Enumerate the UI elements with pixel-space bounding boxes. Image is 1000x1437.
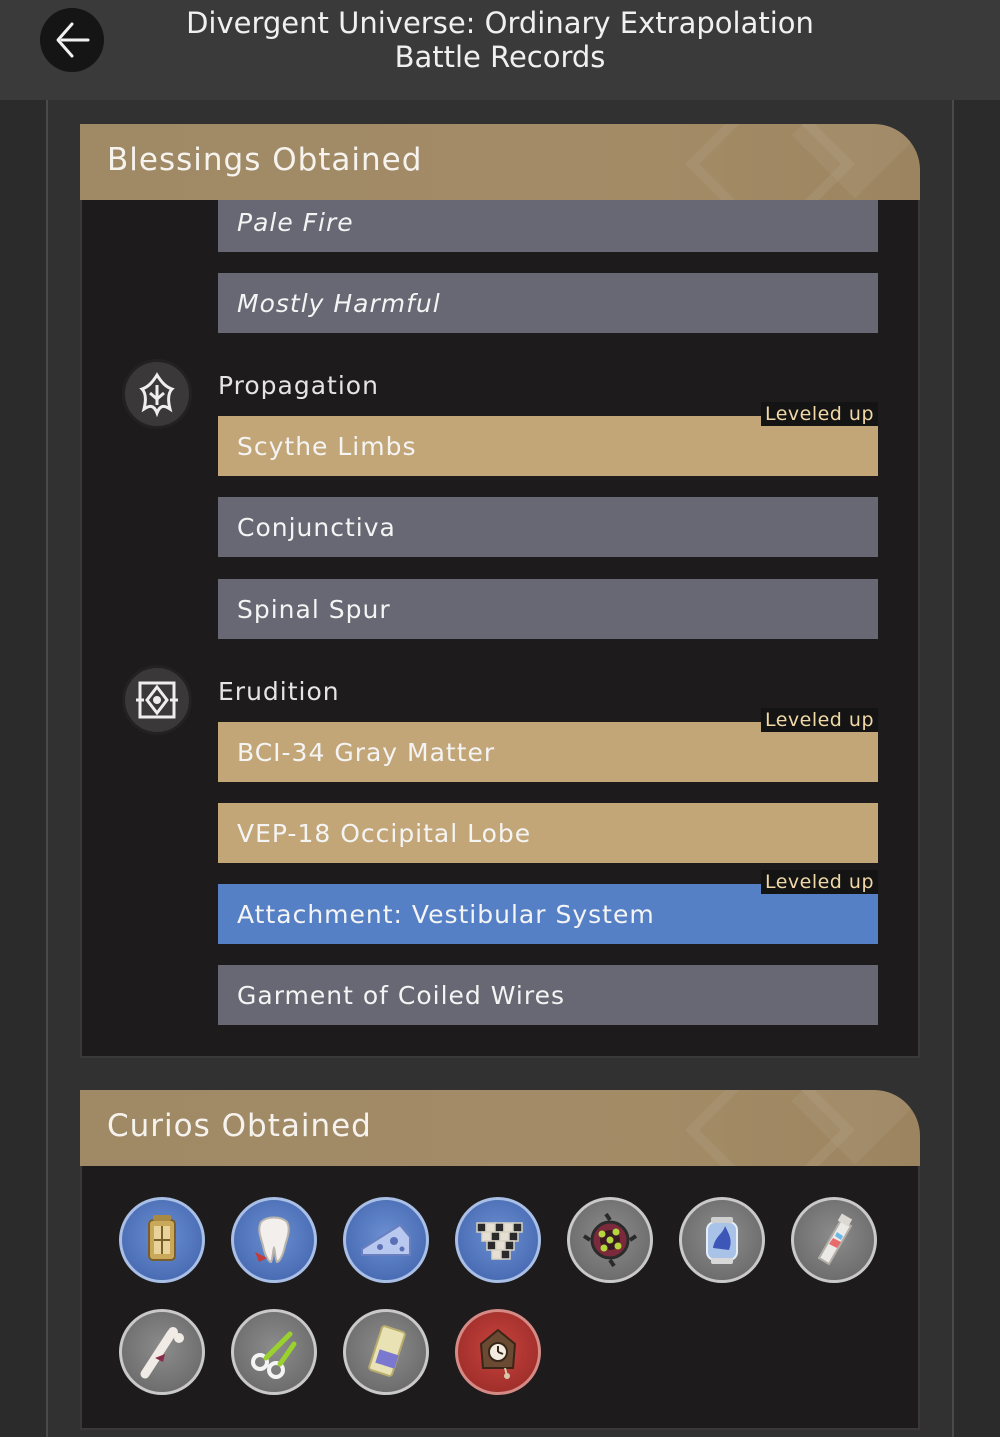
cheese-icon — [361, 1223, 411, 1256]
curio-lantern[interactable] — [119, 1197, 205, 1283]
paint-tube-icon — [817, 1213, 853, 1266]
blessing-item-vep-18-occipital-lobe[interactable]: VEP-18 Occipital Lobe — [218, 803, 878, 863]
curio-tooth[interactable] — [231, 1197, 317, 1283]
curio-cuckoo-clock[interactable] — [455, 1309, 541, 1395]
top-bar: Divergent Universe: Ordinary Extrapolati… — [0, 0, 1000, 100]
curio-jar[interactable] — [679, 1197, 765, 1283]
cuckoo-clock-icon — [479, 1328, 517, 1379]
blessing-label: Spinal Spur — [237, 594, 391, 624]
leveled-up-badge: Leveled up — [760, 870, 878, 894]
back-button[interactable] — [40, 8, 104, 72]
blessing-label: Scythe Limbs — [237, 431, 417, 461]
blessing-item-attachment-vestibular-system[interactable]: Attachment: Vestibular System Leveled up — [218, 870, 878, 944]
blessings-title: Blessings Obtained — [107, 142, 423, 178]
back-arrow-icon — [56, 22, 90, 58]
path-label-propagation: Propagation — [218, 371, 379, 400]
lantern-icon — [148, 1215, 176, 1261]
blessing-label: Garment of Coiled Wires — [237, 980, 565, 1010]
ticket-icon — [368, 1325, 406, 1377]
tooth-icon — [255, 1216, 290, 1264]
blessing-label: Pale Fire — [237, 207, 354, 237]
curio-bone-club[interactable] — [119, 1309, 205, 1395]
jar-icon — [706, 1217, 738, 1264]
curios-header: Curios Obtained — [80, 1090, 920, 1166]
curios-title: Curios Obtained — [107, 1108, 372, 1144]
blessing-item-pale-fire[interactable]: Pale Fire — [218, 192, 878, 252]
curio-paint-tube[interactable] — [791, 1197, 877, 1283]
erudition-emblem — [136, 681, 178, 719]
scissors-icon — [251, 1331, 297, 1379]
blessing-label: Mostly Harmful — [237, 288, 441, 318]
curio-ticket[interactable] — [343, 1309, 429, 1395]
page-title-line1: Divergent Universe: Ordinary Extrapolati… — [186, 6, 814, 40]
bone-club-icon — [140, 1327, 184, 1379]
cube-stack-icon — [476, 1222, 523, 1260]
blessing-item-scythe-limbs[interactable]: Scythe Limbs Leveled up — [218, 402, 878, 476]
curio-cheese[interactable] — [343, 1197, 429, 1283]
blessing-label: Conjunctiva — [237, 512, 396, 542]
spiked-device-icon — [582, 1212, 638, 1268]
blessing-label: VEP-18 Occipital Lobe — [237, 818, 532, 848]
blessing-label: BCI-34 Gray Matter — [237, 737, 496, 767]
path-label-erudition: Erudition — [218, 677, 340, 706]
blessing-item-garment-of-coiled-wires[interactable]: Garment of Coiled Wires — [218, 965, 878, 1025]
page-title-line2: Battle Records — [394, 40, 606, 74]
leveled-up-badge: Leveled up — [760, 708, 878, 732]
blessing-label: Attachment: Vestibular System — [237, 899, 655, 929]
page-title: Divergent Universe: Ordinary Extrapolati… — [120, 6, 880, 74]
blessing-item-spinal-spur[interactable]: Spinal Spur — [218, 579, 878, 639]
leveled-up-badge: Leveled up — [760, 402, 878, 426]
curio-cube-stack[interactable] — [455, 1197, 541, 1283]
erudition-icon — [122, 665, 192, 735]
curio-spiked-device[interactable] — [567, 1197, 653, 1283]
blessing-item-bci-34-gray-matter[interactable]: BCI-34 Gray Matter Leveled up — [218, 708, 878, 782]
blessing-item-mostly-harmful[interactable]: Mostly Harmful — [218, 273, 878, 333]
blessings-header: Blessings Obtained — [80, 124, 920, 200]
propagation-icon — [122, 359, 192, 429]
curio-scissors[interactable] — [231, 1309, 317, 1395]
blessing-item-conjunctiva[interactable]: Conjunctiva — [218, 497, 878, 557]
propagation-emblem — [139, 372, 175, 417]
